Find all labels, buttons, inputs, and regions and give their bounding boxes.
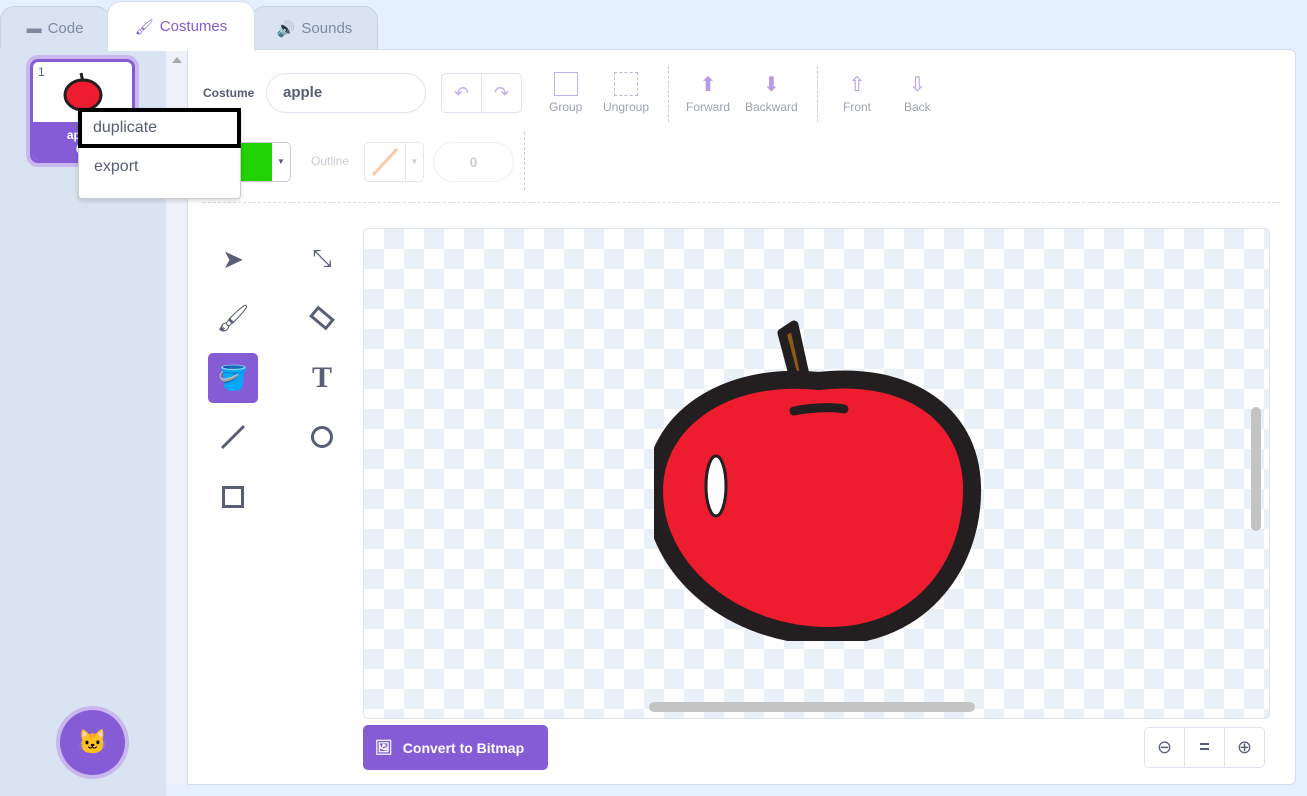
line-icon — [220, 424, 246, 450]
cat-plus-icon: 🐱 — [77, 729, 108, 756]
menu-item-duplicate[interactable]: duplicate — [78, 108, 241, 148]
circle-tool[interactable] — [297, 412, 347, 462]
arrow-up-icon: ⬆ — [699, 74, 717, 96]
back-icon: ⇩ — [908, 74, 926, 96]
image-icon: 🖼 — [375, 739, 393, 755]
rectangle-icon — [222, 486, 244, 508]
choose-costume-button[interactable]: 🐱 — [60, 710, 125, 775]
text-icon: T — [311, 361, 332, 394]
vertical-scrollbar[interactable] — [1251, 407, 1261, 531]
reshape-icon: ⤡ — [312, 245, 332, 272]
redo-button[interactable]: ↷ — [482, 74, 521, 112]
front-icon: ⇧ — [848, 74, 866, 96]
undo-redo-group: ↶ ↷ — [441, 73, 522, 113]
eraser-icon — [309, 305, 335, 331]
fill-tool[interactable]: 🪣 — [208, 353, 258, 403]
code-blocks-icon: ▬ — [26, 20, 42, 37]
text-tool[interactable]: T — [297, 353, 347, 403]
select-tool[interactable]: ➤ — [208, 234, 258, 284]
zoom-in-button[interactable]: ⊕ — [1225, 728, 1264, 767]
circle-icon — [311, 426, 333, 448]
paintbrush-icon: 🖌 — [134, 18, 154, 36]
costume-name-input[interactable]: apple — [266, 73, 426, 113]
reshape-tool[interactable]: ⤡ — [297, 234, 347, 284]
horizontal-scrollbar[interactable] — [649, 702, 975, 712]
arrow-cursor-icon: ➤ — [222, 243, 244, 274]
context-menu: duplicate export — [78, 108, 241, 199]
rectangle-tool[interactable] — [208, 472, 258, 522]
zoom-out-button[interactable]: ⊖ — [1145, 728, 1185, 767]
tab-sounds[interactable]: 🔊 Sounds — [251, 6, 378, 50]
apple-thumbnail-image — [63, 72, 103, 112]
brush-icon: 🖌 — [216, 302, 250, 333]
back-button[interactable]: ⇩ Back — [904, 72, 931, 114]
convert-to-bitmap-button[interactable]: 🖼 Convert to Bitmap — [363, 725, 548, 770]
zoom-out-icon: ⊖ — [1156, 737, 1173, 757]
menu-item-export[interactable]: export — [79, 147, 240, 187]
outline-width-input[interactable]: 0 — [433, 142, 514, 182]
ungroup-icon — [614, 72, 639, 96]
tab-costumes[interactable]: 🖌 Costumes — [107, 1, 255, 51]
forward-button[interactable]: ⬆ Forward — [686, 72, 730, 114]
zoom-in-icon: ⊕ — [1236, 737, 1253, 757]
zoom-reset-button[interactable]: = — [1185, 728, 1225, 767]
apple-drawing — [654, 320, 982, 641]
backward-button[interactable]: ⬇ Backward — [745, 72, 798, 114]
zoom-controls: ⊖ = ⊕ — [1144, 727, 1265, 768]
no-color-icon — [371, 147, 399, 177]
arrow-down-icon: ⬇ — [762, 74, 780, 96]
front-button[interactable]: ⇧ Front — [843, 72, 871, 114]
eraser-tool[interactable] — [297, 293, 347, 343]
speaker-icon: 🔊 — [276, 20, 296, 38]
outline-color-picker[interactable]: ▼ — [364, 142, 424, 182]
ungroup-button[interactable]: Ungroup — [603, 72, 649, 114]
undo-button[interactable]: ↶ — [442, 74, 482, 112]
group-icon — [553, 72, 578, 96]
line-tool[interactable] — [208, 412, 258, 462]
drawing-canvas[interactable] — [363, 228, 1270, 719]
tab-code[interactable]: ▬ Code — [0, 6, 110, 50]
group-button[interactable]: Group — [549, 72, 582, 114]
paint-bucket-icon: 🪣 — [218, 364, 248, 392]
brush-tool[interactable]: 🖌 — [208, 293, 258, 343]
